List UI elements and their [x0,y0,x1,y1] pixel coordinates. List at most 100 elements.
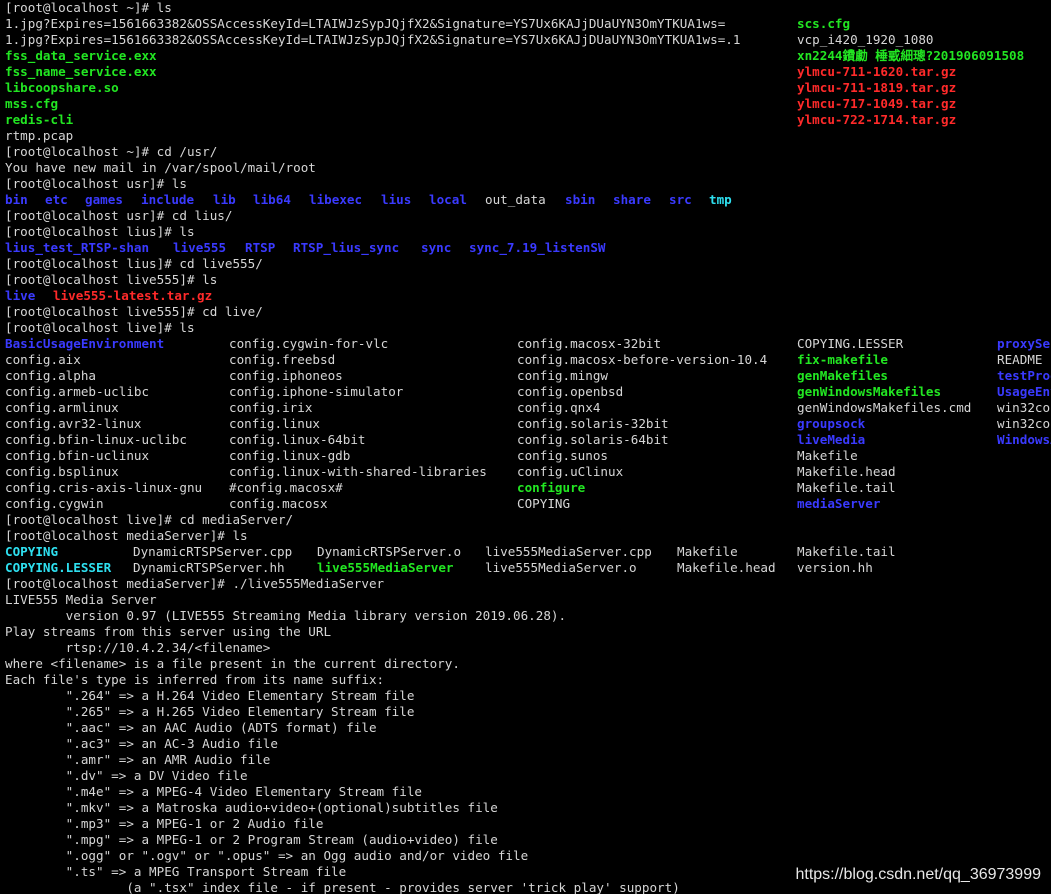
terminal-segment: include [141,192,195,207]
terminal-segment: 1.jpg?Expires=1561663382&OSSAccessKeyId=… [5,16,726,31]
terminal-segment: [root@localhost mediaServer]# ./live555M… [5,576,385,591]
terminal-line: ".mpg" => a MPEG-1 or 2 Program Stream (… [0,832,1051,848]
terminal-line: ".mkv" => a Matroska audio+video+(option… [0,800,1051,816]
terminal-segment: fss_name_service.exx [5,64,157,79]
terminal-segment: vcp_i420_1920_1080 [797,32,934,47]
terminal-segment: 1.jpg?Expires=1561663382&OSSAccessKeyId=… [5,32,741,47]
terminal-line: LIVE555 Media Server [0,592,1051,608]
terminal-line: config.alpha config.iphoneos config.mingw g… [0,368,1051,384]
terminal-segment: [root@localhost ~]# cd /usr/ [5,144,218,159]
terminal-line: 1.jpg?Expires=1561663382&OSSAccessKeyId=… [0,32,1051,48]
terminal-segment: sync_7.19_listenSW [469,240,606,255]
terminal-output[interactable]: [root@localhost ~]# ls 1.jpg?Expires=1561… [0,0,1051,894]
terminal-segment: config.bsplinux [5,464,119,479]
terminal-segment: configure [517,480,586,495]
terminal-line: [root@localhost live]# cd mediaServer/ [0,512,1051,528]
watermark: https://blog.csdn.net/qq_36973999 [795,866,1041,883]
terminal-segment: [root@localhost lius]# ls [5,224,195,239]
terminal-segment: Makefile.tail [797,544,896,559]
terminal-segment: live [5,288,36,303]
terminal-segment: scs.cfg [797,16,851,31]
terminal-segment: lius [381,192,412,207]
terminal-segment: live555-latest.tar.gz [53,288,213,303]
terminal-line: [root@localhost mediaServer]# ./live555M… [0,576,1051,592]
terminal-segment: proxyServer [997,336,1051,351]
terminal-segment: ylmcu-711-1620.tar.gz [797,64,957,79]
terminal-segment: win32config.Borland [997,416,1051,431]
terminal-segment: lib [213,192,236,207]
terminal-segment: mss.cfg [5,96,59,111]
terminal-segment: #config.macosx# [229,480,343,495]
terminal-line: lius_test_RTSP-shan live555 RTSP RTSP_lius_… [0,240,1051,256]
terminal-segment: ".mp3" => a MPEG-1 or 2 Audio file [5,816,324,831]
terminal-segment: rtsp://10.4.2.34/<filename> [5,640,271,655]
terminal-segment: [root@localhost usr]# cd lius/ [5,208,233,223]
terminal-segment: testProgs [997,368,1051,383]
terminal-segment: config.linux-gdb [229,448,351,463]
terminal-line: version 0.97 (LIVE555 Streaming Media li… [0,608,1051,624]
terminal-line: [root@localhost usr]# cd lius/ [0,208,1051,224]
terminal-segment: ".mkv" => a Matroska audio+video+(option… [5,800,498,815]
terminal-segment: config.freebsd [229,352,336,367]
terminal-line: [root@localhost live]# ls [0,320,1051,336]
terminal-segment: liveMedia [797,432,866,447]
terminal-segment: [root@localhost live555]# cd live/ [5,304,263,319]
terminal-segment: config.qnx4 [517,400,601,415]
terminal-segment: RTSP_lius_sync [293,240,400,255]
terminal-segment: DynamicRTSPServer.hh [133,560,285,575]
terminal-segment: LIVE555 Media Server [5,592,157,607]
terminal-segment: config.uClinux [517,464,624,479]
terminal-line: [root@localhost lius]# cd live555/ [0,256,1051,272]
terminal-segment: [root@localhost live]# cd mediaServer/ [5,512,294,527]
terminal-line: redis-cli ylmcu-722-1714.tar.gz [0,112,1051,128]
terminal-segment: mediaServer [797,496,881,511]
terminal-segment: config.cris-axis-linux-gnu [5,480,203,495]
terminal-line: ".ogg" or ".ogv" or ".opus" => an Ogg au… [0,848,1051,864]
terminal-segment: ylmcu-722-1714.tar.gz [797,112,957,127]
terminal-segment: config.bfin-uclinux [5,448,150,463]
terminal-line: Each file's type is inferred from its na… [0,672,1051,688]
terminal-segment: Makefile [677,544,738,559]
terminal-line: rtmp.pcap [0,128,1051,144]
terminal-segment: libexec [309,192,363,207]
terminal-segment: config.alpha [5,368,96,383]
terminal-segment: README [997,352,1043,367]
terminal-segment: share [613,192,651,207]
terminal-line: BasicUsageEnvironment config.cygwin-for-v… [0,336,1051,352]
terminal-line: COPYING.LESSER DynamicRTSPServer.hh live55… [0,560,1051,576]
terminal-segment: src [669,192,692,207]
terminal-line: bin etc games include lib lib64 libexec lius loc… [0,192,1051,208]
terminal-segment: config.iphone-simulator [229,384,404,399]
terminal-segment: groupsock [797,416,866,431]
terminal-segment: tmp [709,192,732,207]
terminal-segment: ".aac" => an AAC Audio (ADTS format) fil… [5,720,377,735]
terminal-line: [root@localhost lius]# ls [0,224,1051,240]
terminal-line: config.bsplinux config.linux-with-shared-… [0,464,1051,480]
terminal-line: mss.cfg ylmcu-717-1049.tar.gz [0,96,1051,112]
terminal-line: [root@localhost live555]# ls [0,272,1051,288]
terminal-segment: (a ".tsx" index file - if present - prov… [5,880,680,894]
terminal-segment: config.macosx [229,496,328,511]
terminal-segment: ylmcu-711-1819.tar.gz [797,80,957,95]
terminal-segment: sync [421,240,452,255]
terminal-segment: config.openbsd [517,384,624,399]
terminal-segment: ".265" => a H.265 Video Elementary Strea… [5,704,415,719]
terminal-segment: where <filename> is a file present in th… [5,656,460,671]
terminal-line: fss_data_service.exx xn2244鐨勮 棰戜細璁?201906… [0,48,1051,64]
terminal-line: ".264" => a H.264 Video Elementary Strea… [0,688,1051,704]
terminal-segment: config.macosx-before-version-10.4 [517,352,768,367]
terminal-segment: genMakefiles [797,368,888,383]
terminal-line: where <filename> is a file present in th… [0,656,1051,672]
terminal-line: ".mp3" => a MPEG-1 or 2 Audio file [0,816,1051,832]
terminal-segment: config.solaris-32bit [517,416,669,431]
terminal-segment: config.cygwin [5,496,104,511]
terminal-segment: sbin [565,192,596,207]
terminal-segment: ".mpg" => a MPEG-1 or 2 Program Stream (… [5,832,498,847]
terminal-segment: config.linux-64bit [229,432,366,447]
terminal-line: [root@localhost live555]# cd live/ [0,304,1051,320]
terminal-segment: Play streams from this server using the … [5,624,332,639]
terminal-segment: [root@localhost ~]# ls [5,0,172,15]
terminal-line: [root@localhost ~]# cd /usr/ [0,144,1051,160]
terminal-line: live live555-latest.tar.gz [0,288,1051,304]
terminal-segment: live555 [173,240,227,255]
